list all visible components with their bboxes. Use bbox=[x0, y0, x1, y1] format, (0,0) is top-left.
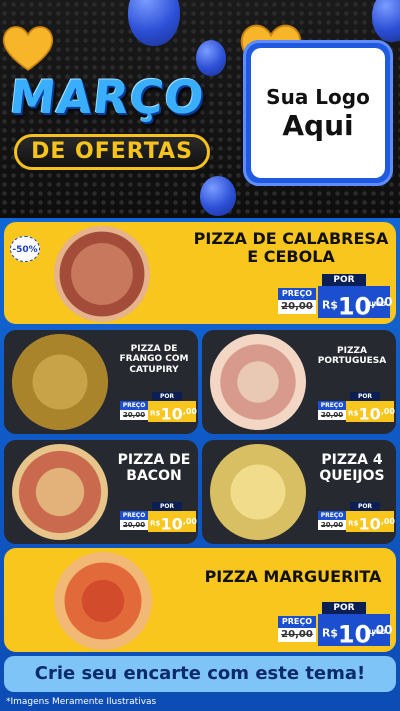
product-name-line2: FRANGO COM bbox=[119, 354, 189, 365]
currency: R$ bbox=[322, 298, 338, 312]
balloon-icon bbox=[372, 0, 400, 42]
price-tag: POR PREÇO 20,00 R$10,00 bbox=[120, 392, 197, 424]
discount-badge: -50% bbox=[10, 236, 40, 262]
price-por-label: POR bbox=[322, 274, 366, 286]
price-preco-label: PREÇO bbox=[318, 511, 346, 520]
product-name: PIZZA DE BACON bbox=[112, 452, 196, 484]
pizza-image bbox=[12, 334, 108, 430]
title-marco: MARÇO bbox=[7, 70, 208, 124]
heart-icon bbox=[0, 24, 56, 72]
logo-placeholder-inner: Sua Logo Aqui bbox=[251, 48, 385, 178]
price-por-label: POR bbox=[350, 392, 380, 401]
price-tag: POR PREÇO 20,00 R$10,00 bbox=[120, 502, 197, 534]
product-name: PIZZA 4 QUEIJOS bbox=[310, 452, 394, 484]
unit-label: UNID bbox=[368, 301, 386, 308]
product-card-portuguesa[interactable]: PIZZA PORTUGUESA POR PREÇO 20,00 R$10,00 bbox=[202, 330, 396, 434]
new-price: R$10,00 bbox=[148, 511, 197, 534]
old-price: 20,00 bbox=[278, 628, 316, 642]
header-banner: MARÇO DE OFERTAS Sua Logo Aqui bbox=[0, 0, 400, 218]
logo-text-line2: Aqui bbox=[282, 108, 354, 142]
price-preco-label: PREÇO bbox=[278, 616, 316, 628]
new-price-cents: ,00 bbox=[182, 407, 197, 416]
balloon-icon bbox=[200, 176, 236, 216]
unit-label: UNID bbox=[368, 629, 386, 636]
currency: R$ bbox=[348, 518, 359, 528]
currency: R$ bbox=[150, 408, 161, 418]
currency: R$ bbox=[150, 518, 161, 528]
new-price-int: 10 bbox=[358, 404, 381, 424]
new-price: R$10,00 UNID bbox=[318, 614, 393, 649]
old-price: 20,00 bbox=[120, 520, 148, 530]
pizza-image bbox=[210, 334, 306, 430]
pizza-image bbox=[12, 444, 108, 540]
price-por-label: POR bbox=[152, 392, 182, 401]
cta-banner[interactable]: Crie seu encarte com este tema! bbox=[4, 656, 396, 692]
product-name-line1: PIZZA bbox=[337, 346, 367, 356]
currency: R$ bbox=[322, 626, 338, 640]
title-de-ofertas: DE OFERTAS bbox=[14, 134, 210, 170]
new-price: R$10,00 bbox=[346, 511, 395, 534]
price-tag: POR PREÇO 20,00 R$10,00 bbox=[318, 502, 395, 534]
new-price: R$10,00 UNID bbox=[318, 286, 393, 321]
old-price: 20,00 bbox=[318, 520, 346, 530]
product-card-calabresa[interactable]: -50% PIZZA DE CALABRESA E CEBOLA POR PRE… bbox=[4, 222, 396, 324]
old-price: 20,00 bbox=[318, 410, 346, 420]
new-price-int: 10 bbox=[337, 620, 372, 649]
product-name: PIZZA MARGUERITA bbox=[204, 567, 382, 586]
product-name-line3: CATUPIRY bbox=[129, 364, 179, 375]
price-tag: POR PREÇO 20,00 R$10,00 UNID bbox=[278, 274, 393, 321]
product-name: PIZZA DE CALABRESA E CEBOLA bbox=[190, 229, 392, 267]
pizza-image bbox=[54, 552, 152, 650]
pizza-image bbox=[54, 226, 150, 322]
new-price-cents: ,00 bbox=[380, 407, 395, 416]
balloon-icon bbox=[128, 0, 180, 46]
new-price-int: 10 bbox=[160, 514, 183, 534]
price-por-label: POR bbox=[350, 502, 380, 511]
price-por-label: POR bbox=[322, 602, 366, 614]
price-por-label: POR bbox=[152, 502, 182, 511]
new-price: R$10,00 bbox=[346, 401, 395, 424]
price-tag: POR PREÇO 20,00 R$10,00 bbox=[318, 392, 395, 424]
new-price-cents: ,00 bbox=[380, 517, 395, 526]
price-preco-label: PREÇO bbox=[120, 511, 148, 520]
old-price: 20,00 bbox=[278, 300, 316, 314]
product-name-line1: PIZZA DE CALABRESA bbox=[193, 229, 389, 248]
new-price-int: 10 bbox=[358, 514, 381, 534]
product-name-line2: PORTUGUESA bbox=[317, 356, 387, 367]
logo-text-line1: Sua Logo bbox=[266, 84, 370, 109]
new-price: R$10,00 bbox=[148, 401, 197, 424]
new-price-int: 10 bbox=[160, 404, 183, 424]
price-preco-label: PREÇO bbox=[318, 401, 346, 410]
product-name: PIZZA DE FRANGO COM CATUPIRY bbox=[112, 344, 196, 375]
product-name-line1: PIZZA 4 bbox=[321, 452, 383, 468]
product-card-frango[interactable]: PIZZA DE FRANGO COM CATUPIRY POR PREÇO 2… bbox=[4, 330, 198, 434]
logo-placeholder[interactable]: Sua Logo Aqui bbox=[243, 40, 393, 186]
new-price-cents: ,00 bbox=[182, 517, 197, 526]
product-name-line2: BACON bbox=[126, 468, 182, 485]
product-card-marguerita[interactable]: PIZZA MARGUERITA POR PREÇO 20,00 R$10,00… bbox=[4, 548, 396, 652]
product-name-line2: E CEBOLA bbox=[247, 247, 335, 267]
price-preco-label: PREÇO bbox=[278, 288, 316, 300]
product-name: PIZZA PORTUGUESA bbox=[310, 346, 394, 367]
price-preco-label: PREÇO bbox=[120, 401, 148, 410]
old-price: 20,00 bbox=[120, 410, 148, 420]
price-tag: POR PREÇO 20,00 R$10,00 UNID bbox=[278, 602, 393, 649]
new-price-int: 10 bbox=[337, 292, 372, 321]
product-name-line2: QUEIJOS bbox=[319, 468, 385, 485]
product-card-4-queijos[interactable]: PIZZA 4 QUEIJOS POR PREÇO 20,00 R$10,00 bbox=[202, 440, 396, 544]
product-name-line1: PIZZA DE bbox=[117, 452, 191, 468]
footnote: *Imagens Meramente Ilustrativas bbox=[6, 697, 157, 707]
currency: R$ bbox=[348, 408, 359, 418]
product-name-line1: PIZZA DE bbox=[130, 344, 178, 354]
pizza-image bbox=[210, 444, 306, 540]
product-card-bacon[interactable]: PIZZA DE BACON POR PREÇO 20,00 R$10,00 bbox=[4, 440, 198, 544]
